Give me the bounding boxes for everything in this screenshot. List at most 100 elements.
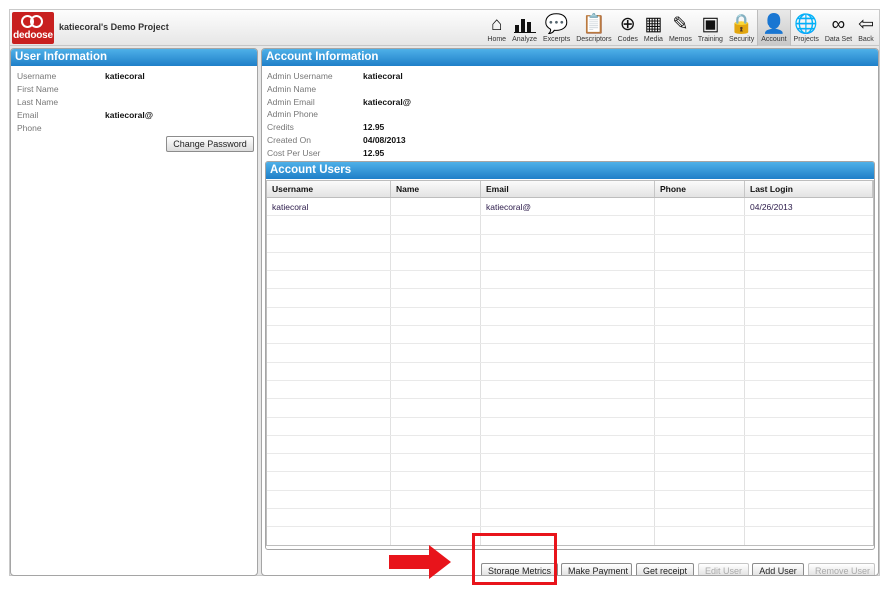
empty-cell: [267, 271, 391, 289]
empty-cell: [267, 307, 391, 326]
field-label: Credits: [267, 122, 294, 133]
empty-cell: [655, 472, 745, 490]
memo-icon: ✎: [672, 14, 689, 35]
home-icon: ⌂: [491, 14, 503, 35]
empty-table-row: [267, 271, 873, 290]
nav-security[interactable]: 🔒 Security: [726, 10, 757, 46]
field-value: katiecoral: [363, 71, 403, 81]
empty-cell: [745, 235, 873, 252]
nav-label: Memos: [668, 36, 692, 43]
user-email-row: Email katiecoral@: [17, 110, 153, 120]
nav-back[interactable]: ⇦ Back: [855, 10, 877, 46]
empty-table-row: [267, 509, 873, 528]
nav-codes[interactable]: ⊕ Codes: [615, 10, 641, 46]
empty-cell: [481, 289, 655, 307]
empty-cell: [655, 271, 745, 289]
add-user-button[interactable]: Add User: [752, 563, 804, 575]
main-nav: ⌂ Home Analyze 💬 Excerpts 📋 Descriptors ⊕ Codes ▦…: [484, 10, 877, 46]
account-field-row: Credits 12.95: [267, 122, 384, 133]
empty-cell: [391, 362, 481, 380]
field-label: Admin Username: [267, 71, 333, 81]
empty-table-row: [267, 527, 873, 545]
nav-memos[interactable]: ✎ Memos: [666, 10, 695, 46]
empty-table-row: [267, 289, 873, 308]
dedoose-logo[interactable]: dedoose: [12, 12, 54, 44]
empty-cell: [745, 509, 873, 526]
empty-cell: [391, 271, 481, 289]
logo-rings-icon: [12, 12, 54, 32]
empty-cell: [481, 216, 655, 234]
empty-cell: [481, 509, 655, 527]
empty-rows: [267, 216, 873, 545]
nav-account[interactable]: 👤 Account: [757, 10, 791, 46]
nav-descriptors[interactable]: 📋 Descriptors: [573, 10, 614, 46]
account-information-panel: Account Information Admin Username katiec…: [261, 48, 879, 576]
table-row[interactable]: katiecoral katiecoral@ 04/26/2013: [267, 198, 873, 217]
remove-user-button[interactable]: Remove User: [808, 563, 875, 575]
empty-cell: [391, 326, 481, 344]
empty-cell: [745, 527, 873, 544]
empty-table-row: [267, 454, 873, 473]
nav-data-set[interactable]: ∞ Data Set: [822, 10, 855, 46]
back-arrow-icon: ⇦: [858, 14, 874, 35]
empty-cell: [481, 380, 655, 399]
empty-cell: [391, 435, 481, 454]
empty-cell: [481, 399, 655, 417]
empty-cell: [267, 509, 391, 527]
account-users-panel: Account Users Username Name Email Phone …: [265, 161, 875, 550]
make-payment-button[interactable]: Make Payment: [561, 563, 632, 575]
change-password-button[interactable]: Change Password: [166, 136, 254, 152]
field-label: Admin Name: [267, 83, 317, 94]
empty-cell: [655, 326, 745, 344]
empty-cell: [655, 399, 745, 417]
empty-cell: [655, 289, 745, 307]
nav-projects[interactable]: 🌐 Projects: [791, 10, 822, 46]
empty-cell: [655, 417, 745, 435]
empty-cell: [267, 435, 391, 454]
empty-cell: [267, 472, 391, 490]
account-field-row: Cost Per User 12.95: [267, 148, 384, 158]
field-label: Email: [17, 110, 39, 120]
column-header-username[interactable]: Username: [267, 181, 391, 197]
field-label: Admin Phone: [267, 109, 319, 120]
nav-label: Security: [728, 36, 755, 43]
empty-cell: [391, 527, 481, 545]
empty-cell: [391, 509, 481, 527]
column-header-last-login[interactable]: Last Login: [745, 181, 873, 197]
nav-analyze[interactable]: Analyze: [509, 10, 540, 46]
empty-cell: [267, 417, 391, 435]
annotation-arrow-icon: [389, 545, 451, 579]
empty-table-row: [267, 344, 873, 363]
column-header-email[interactable]: Email: [481, 181, 655, 197]
empty-cell: [655, 307, 745, 326]
account-field-row: Admin Phone: [267, 109, 318, 119]
empty-table-row: [267, 490, 873, 510]
get-receipt-button[interactable]: Get receipt: [636, 563, 694, 575]
empty-cell: [267, 252, 391, 271]
nav-media[interactable]: ▦ Media: [641, 10, 666, 46]
empty-cell: [655, 234, 745, 252]
field-label: Username: [17, 71, 57, 81]
empty-cell: [391, 289, 481, 307]
empty-cell: [481, 490, 655, 509]
empty-cell: [481, 472, 655, 490]
empty-cell: [481, 307, 655, 326]
empty-cell: [267, 289, 391, 307]
empty-cell: [267, 362, 391, 380]
empty-cell: [745, 289, 873, 306]
nav-excerpts[interactable]: 💬 Excerpts: [540, 10, 573, 46]
nav-home[interactable]: ⌂ Home: [484, 10, 509, 46]
column-header-name[interactable]: Name: [391, 181, 481, 197]
empty-cell: [267, 234, 391, 252]
edit-user-button[interactable]: Edit User: [698, 563, 749, 575]
nav-training[interactable]: ▣ Training: [695, 10, 726, 46]
empty-cell: [745, 436, 873, 453]
empty-cell: [391, 472, 481, 490]
empty-table-row: [267, 380, 873, 400]
empty-cell: [267, 380, 391, 399]
column-header-phone[interactable]: Phone: [655, 181, 745, 197]
empty-cell: [745, 363, 873, 380]
empty-table-row: [267, 307, 873, 327]
cell-username: katiecoral: [267, 198, 391, 216]
grid-header: Username Name Email Phone Last Login: [267, 181, 873, 198]
